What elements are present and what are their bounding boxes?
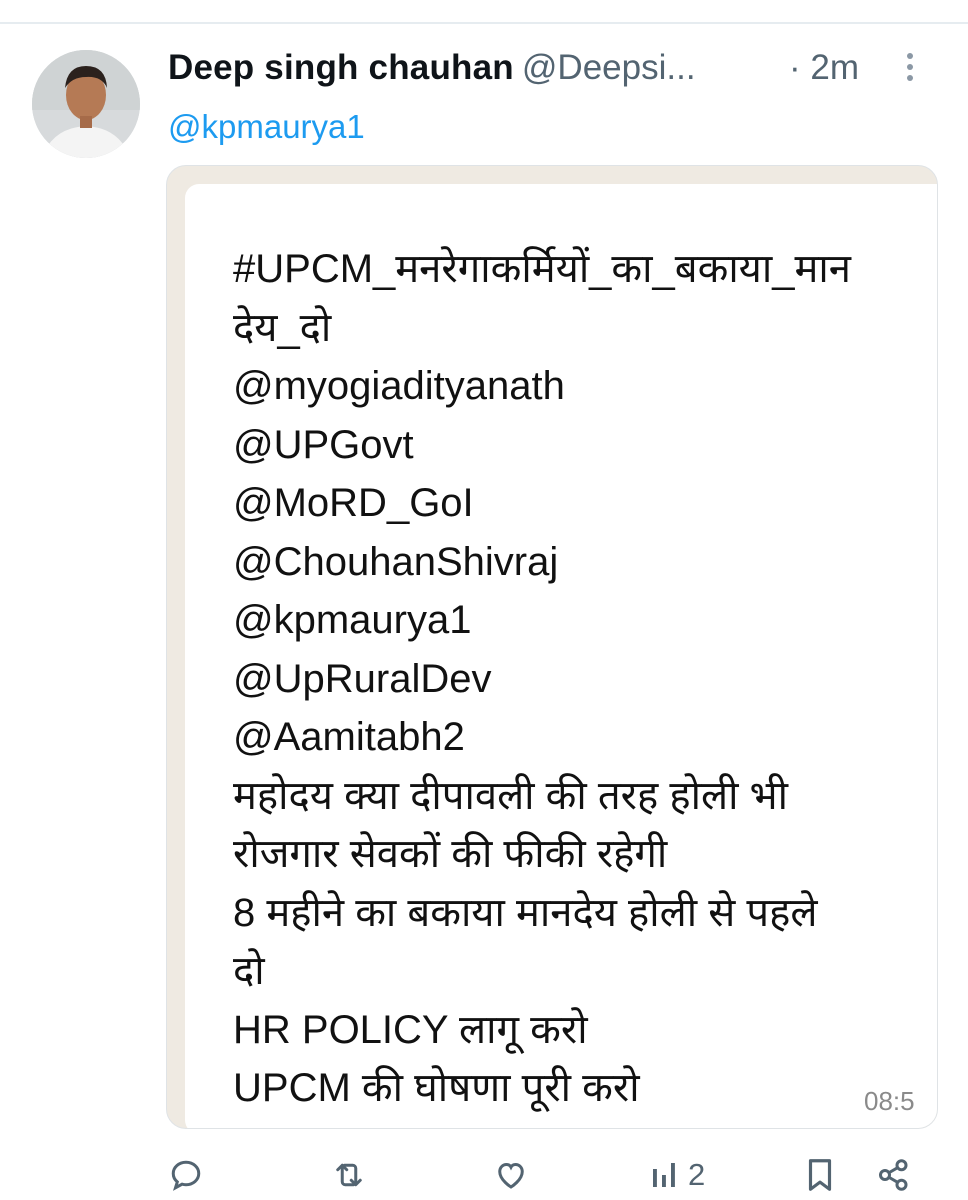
- message-line: #UPCM_मनरेगाकर्मियों_का_बकाया_मान: [233, 247, 851, 291]
- tweet-image[interactable]: #UPCM_मनरेगाकर्मियों_का_बकाया_मान देय_दो…: [166, 165, 938, 1129]
- message-line: @myogiadityanath: [233, 364, 565, 408]
- views-count: 2: [688, 1157, 706, 1192]
- retweet-icon: [336, 1163, 362, 1187]
- chat-bubble: #UPCM_मनरेगाकर्मियों_का_बकाया_मान देय_दो…: [185, 184, 937, 1128]
- reply-mention[interactable]: @kpmaurya1: [168, 108, 365, 146]
- bookmark-button[interactable]: [804, 1150, 836, 1200]
- chat-message: #UPCM_मनरेगाकर्मियों_का_बकाया_मान देय_दो…: [233, 240, 851, 1118]
- views-button[interactable]: 2: [650, 1150, 705, 1200]
- like-icon: [498, 1162, 524, 1189]
- message-line: दो: [233, 949, 265, 993]
- share-icon: [879, 1159, 908, 1191]
- reply-icon: [171, 1160, 201, 1191]
- message-line: महोदय क्या दीपावली की तरह होली भी: [233, 773, 789, 818]
- message-line: @MoRD_GoI: [233, 481, 474, 525]
- bookmark-icon: [808, 1159, 832, 1191]
- user-handle[interactable]: @Deepsi...: [522, 48, 696, 87]
- message-line: @UPGovt: [233, 422, 414, 467]
- message-line: रोजगार सेवकों की फीकी रहेगी: [233, 832, 668, 876]
- tweet-actions: 2: [0, 1150, 968, 1200]
- message-timestamp: 08:5: [864, 1086, 915, 1116]
- message-line: @UpRuralDev: [233, 656, 492, 701]
- display-name[interactable]: Deep singh chauhan: [168, 48, 514, 87]
- share-button[interactable]: [876, 1150, 912, 1200]
- message-line: HR POLICY लागू करो: [233, 1007, 588, 1052]
- message-line: 8 महीने का बकाया मानदेय होली से पहले: [233, 890, 818, 935]
- reply-button[interactable]: [168, 1150, 204, 1200]
- message-line: @Aamitabh2: [233, 715, 465, 759]
- top-divider: [0, 22, 968, 24]
- avatar[interactable]: [32, 50, 140, 158]
- message-line: @ChouhanShivraj: [233, 539, 559, 584]
- more-options-icon[interactable]: [901, 50, 919, 90]
- views-icon: [653, 1163, 675, 1187]
- message-line: @kpmaurya1: [233, 598, 472, 642]
- message-line: देय_दो: [233, 305, 332, 350]
- tweet-header: Deep singh chauhan @Deepsi... · 2m: [168, 48, 928, 92]
- message-line: UPCM की घोषणा पूरी करो: [233, 1066, 640, 1110]
- retweet-button[interactable]: [330, 1150, 368, 1200]
- tweet-time[interactable]: · 2m: [789, 48, 859, 88]
- like-button[interactable]: [493, 1150, 529, 1200]
